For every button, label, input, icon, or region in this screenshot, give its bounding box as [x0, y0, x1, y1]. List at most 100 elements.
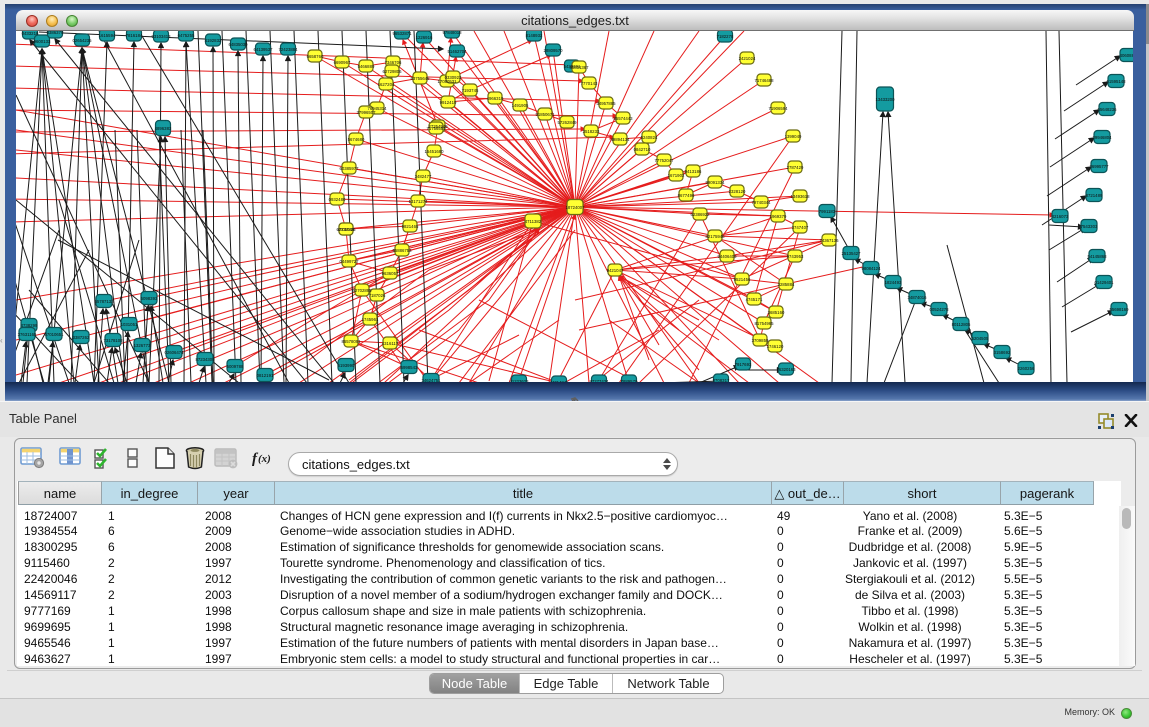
- svg-text:87234309: 87234309: [195, 357, 215, 362]
- svg-text:9600133: 9600133: [34, 39, 51, 44]
- svg-text:4711382: 4711382: [525, 219, 542, 224]
- svg-text:7991183: 7991183: [819, 209, 836, 214]
- svg-text:29946804: 29946804: [1092, 135, 1112, 140]
- svg-text:51850671: 51850671: [535, 112, 555, 117]
- svg-text:51462704: 51462704: [447, 49, 467, 54]
- svg-text:02654235: 02654235: [72, 38, 92, 43]
- svg-text:4966319: 4966319: [487, 96, 504, 101]
- svg-text:82175946: 82175946: [705, 234, 725, 239]
- svg-text:7816184: 7816184: [126, 33, 143, 38]
- svg-text:02606474: 02606474: [164, 350, 184, 355]
- svg-text:99091334: 99091334: [705, 180, 725, 185]
- svg-text:3685160: 3685160: [768, 310, 785, 315]
- svg-text:97848018: 97848018: [442, 31, 462, 35]
- svg-text:1746120: 1746120: [767, 344, 784, 349]
- svg-text:5674680: 5674680: [348, 137, 365, 142]
- svg-text:9912419: 9912419: [440, 100, 457, 105]
- svg-text:5240824: 5240824: [641, 135, 658, 140]
- svg-text:6690967: 6690967: [334, 60, 351, 65]
- svg-text:6998543: 6998543: [401, 365, 418, 370]
- svg-text:74367136: 74367136: [819, 238, 839, 243]
- svg-text:9743953: 9743953: [787, 254, 804, 259]
- svg-text:04499727: 04499727: [339, 259, 359, 264]
- svg-text:1491905: 1491905: [512, 103, 529, 108]
- svg-text:65648236: 65648236: [1097, 107, 1117, 112]
- svg-text:3709859: 3709859: [752, 338, 769, 343]
- svg-text:8386379: 8386379: [47, 31, 64, 35]
- svg-text:7182278: 7182278: [717, 34, 734, 39]
- svg-text:37631165: 37631165: [18, 332, 37, 337]
- svg-text:96532871: 96532871: [392, 31, 412, 36]
- svg-text:1615594: 1615594: [99, 33, 116, 38]
- svg-text:4745171: 4745171: [746, 297, 763, 302]
- svg-text:1745961: 1745961: [362, 317, 379, 322]
- svg-text:0932480: 0932480: [329, 197, 346, 202]
- svg-text:9421047: 9421047: [607, 268, 624, 273]
- svg-text:76320163: 76320163: [776, 367, 796, 372]
- svg-text:49894134: 49894134: [610, 137, 630, 142]
- svg-text:6193990: 6193990: [338, 363, 355, 368]
- svg-text:9821465: 9821465: [402, 224, 419, 229]
- svg-text:1326773: 1326773: [134, 343, 151, 348]
- svg-text:3518233: 3518233: [583, 129, 600, 134]
- svg-text:53755646: 53755646: [410, 76, 430, 81]
- svg-text:1031051: 1031051: [121, 322, 138, 327]
- svg-text:8148932: 8148932: [526, 33, 543, 38]
- svg-text:37996507: 37996507: [356, 110, 376, 115]
- svg-text:13171274: 13171274: [408, 199, 428, 204]
- svg-text:1627204: 1627204: [378, 82, 395, 87]
- svg-text:8721489: 8721489: [1086, 193, 1103, 198]
- svg-text:2421024: 2421024: [739, 56, 756, 61]
- svg-text:2328120: 2328120: [729, 189, 746, 194]
- svg-text:1824493: 1824493: [885, 280, 902, 285]
- svg-text:9636057: 9636057: [382, 271, 399, 276]
- svg-text:72423884: 72423884: [278, 47, 298, 52]
- svg-text:01429401: 01429401: [1094, 280, 1114, 285]
- svg-text:64835030: 64835030: [228, 42, 248, 47]
- svg-text:3285884: 3285884: [778, 282, 795, 287]
- svg-text:3158692: 3158692: [994, 350, 1011, 355]
- svg-text:3387262: 3387262: [73, 335, 90, 340]
- svg-text:77752047: 77752047: [654, 158, 674, 163]
- svg-text:(x): (x): [258, 453, 271, 465]
- svg-text:5009788: 5009788: [227, 364, 244, 369]
- svg-text:4005045: 4005045: [338, 227, 355, 232]
- svg-text:0842710: 0842710: [634, 147, 651, 152]
- svg-text:9521456: 9521456: [734, 277, 751, 282]
- svg-text:13433200: 13433200: [875, 97, 895, 102]
- svg-text:67010651: 67010651: [44, 332, 64, 337]
- svg-text:60385977: 60385977: [339, 166, 359, 171]
- svg-text:1969379: 1969379: [770, 214, 787, 219]
- svg-text:4316117: 4316117: [382, 341, 399, 346]
- svg-text:7543303: 7543303: [1081, 224, 1098, 229]
- svg-text:5466889: 5466889: [358, 64, 375, 69]
- svg-text:2260256: 2260256: [1018, 366, 1035, 371]
- svg-text:62729806: 62729806: [382, 69, 402, 74]
- svg-text:3747407: 3747407: [792, 225, 809, 230]
- svg-text:4896383: 4896383: [155, 126, 172, 131]
- svg-text:15451680: 15451680: [424, 149, 444, 154]
- svg-text:00524278: 00524278: [929, 307, 949, 312]
- svg-text:7346706: 7346706: [385, 60, 402, 65]
- svg-text:94406409: 94406409: [717, 254, 737, 259]
- svg-text:7193745: 7193745: [462, 88, 479, 93]
- svg-text:0330923: 0330923: [445, 75, 462, 80]
- svg-text:6658760: 6658760: [307, 54, 324, 59]
- svg-text:55698169: 55698169: [1109, 307, 1129, 312]
- svg-text:18724007: 18724007: [565, 205, 585, 210]
- svg-text:9413186: 9413186: [685, 169, 702, 174]
- svg-text:6204505: 6204505: [972, 336, 989, 341]
- svg-text:7770143: 7770143: [581, 81, 598, 86]
- svg-text:71756551: 71756551: [426, 126, 446, 131]
- svg-text:1671902: 1671902: [668, 173, 685, 178]
- svg-text:73178108: 73178108: [103, 338, 123, 343]
- svg-text:71746488: 71746488: [754, 78, 774, 83]
- svg-text:61595148: 61595148: [1106, 79, 1126, 84]
- svg-text:79740344: 79740344: [751, 200, 771, 205]
- svg-text:93103413: 93103413: [151, 34, 171, 39]
- svg-text:4738299: 4738299: [21, 323, 38, 328]
- svg-text:4216073: 4216073: [1052, 214, 1069, 219]
- svg-text:54145868: 54145868: [1087, 254, 1107, 259]
- svg-text:8677496: 8677496: [678, 193, 695, 198]
- svg-text:5098393: 5098393: [141, 296, 158, 301]
